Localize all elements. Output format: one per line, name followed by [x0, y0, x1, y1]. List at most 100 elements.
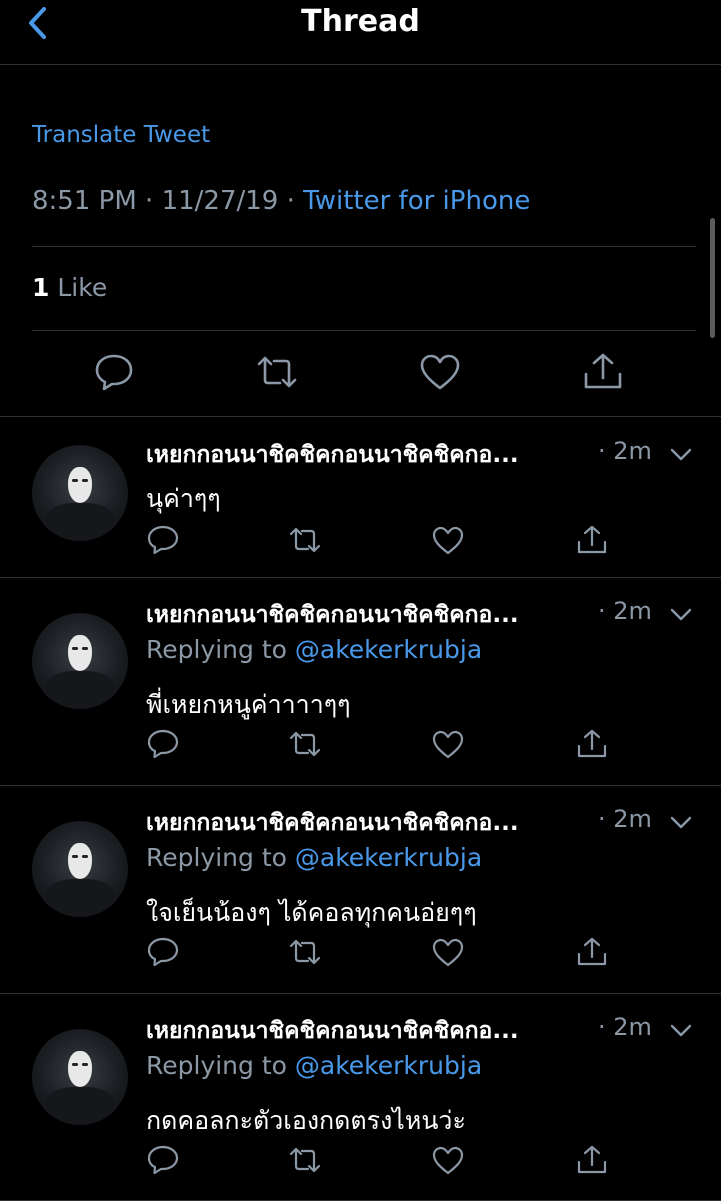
- tweet-menu-button[interactable]: [668, 1021, 694, 1041]
- reply-tweet[interactable]: เหยกกอนนาชิคชิคกอนนาชิคชิคกอ... · 2m นุค…: [0, 417, 721, 578]
- tweet-text: พี่เหยกหนูค่าาาาๆๆ: [146, 690, 351, 719]
- share-button[interactable]: [581, 350, 625, 394]
- avatar-mask: [68, 635, 92, 671]
- reply-button[interactable]: [146, 727, 180, 761]
- retweet-button[interactable]: [288, 727, 322, 761]
- page-title: Thread: [301, 4, 420, 39]
- avatar[interactable]: [32, 445, 128, 541]
- replying-handle-link[interactable]: @akekerkrubja: [295, 1051, 482, 1080]
- reply-icon: [95, 354, 133, 391]
- retweet-button[interactable]: [255, 350, 299, 394]
- retweet-icon: [289, 527, 321, 553]
- like-button[interactable]: [431, 935, 465, 969]
- replying-handle-link[interactable]: @akekerkrubja: [295, 635, 482, 664]
- replying-handle-link[interactable]: @akekerkrubja: [295, 843, 482, 872]
- avatar[interactable]: [32, 613, 128, 709]
- like-button[interactable]: [418, 350, 462, 394]
- display-name[interactable]: เหยกกอนนาชิคชิคกอนนาชิคชิคกอ...: [146, 805, 519, 841]
- retweet-icon: [257, 356, 297, 388]
- tweet-menu-button[interactable]: [668, 445, 694, 465]
- avatar-mask: [68, 1051, 92, 1087]
- tweet-action-bar: [0, 350, 721, 400]
- share-icon: [577, 1145, 607, 1174]
- divider: [32, 246, 696, 247]
- reply-icon: [147, 1145, 179, 1175]
- tweet-meta: 8:51 PM · 11/27/19 · Twitter for iPhone: [32, 186, 530, 216]
- tweet-date: 11/27/19: [161, 186, 279, 216]
- like-button[interactable]: [431, 523, 465, 557]
- tweet-time: · 2m: [598, 1013, 652, 1041]
- tweet-menu-button[interactable]: [668, 813, 694, 833]
- avatar[interactable]: [32, 1029, 128, 1125]
- meta-separator: ·: [278, 186, 304, 216]
- reply-icon: [147, 937, 179, 967]
- avatar-mask: [68, 843, 92, 879]
- avatar-figure: [46, 503, 114, 541]
- reply-icon: [147, 525, 179, 555]
- replying-prefix: Replying to: [146, 1051, 295, 1080]
- display-name[interactable]: เหยกกอนนาชิคชิคกอนนาชิคชิคกอ...: [146, 437, 519, 473]
- like-icon: [432, 1146, 464, 1175]
- likes-label: Like: [49, 273, 108, 302]
- retweet-button[interactable]: [288, 1143, 322, 1177]
- tweet-text: นุค่าๆๆ: [146, 484, 221, 513]
- translate-tweet-link[interactable]: Translate Tweet: [32, 122, 210, 148]
- display-name[interactable]: เหยกกอนนาชิคชิคกอนนาชิคชิคกอ...: [146, 1013, 519, 1049]
- chevron-down-icon: [670, 1024, 692, 1037]
- tweet-text: กดคอลกะตัวเองกดตรงไหนว่ะ: [146, 1106, 466, 1135]
- divider: [32, 330, 696, 331]
- replying-prefix: Replying to: [146, 635, 295, 664]
- reply-tweet[interactable]: เหยกกอนนาชิคชิคกอนนาชิคชิคกอ... · 2m Rep…: [0, 577, 721, 786]
- replying-to: Replying to @akekerkrubja: [146, 843, 482, 872]
- likes-count: 1: [32, 273, 50, 302]
- tweet-text: ใจเย็นน้องๆ ได้คอลทุกคนอ่ยๆๆ: [146, 898, 477, 927]
- avatar[interactable]: [32, 821, 128, 917]
- reply-icon: [147, 729, 179, 759]
- chevron-down-icon: [670, 816, 692, 829]
- tweet-time: · 2m: [598, 597, 652, 625]
- retweet-icon: [289, 939, 321, 965]
- avatar-figure: [46, 671, 114, 709]
- retweet-button[interactable]: [288, 523, 322, 557]
- top-navigation-bar: Thread: [0, 0, 721, 65]
- replying-to: Replying to @akekerkrubja: [146, 1051, 482, 1080]
- tweet-time: · 2m: [598, 437, 652, 465]
- scrollbar[interactable]: [710, 218, 715, 338]
- tweet-source-link[interactable]: Twitter for iPhone: [303, 186, 530, 216]
- retweet-icon: [289, 731, 321, 757]
- share-button[interactable]: [575, 935, 609, 969]
- share-icon: [577, 525, 607, 554]
- share-icon: [584, 353, 622, 389]
- like-icon: [432, 526, 464, 555]
- retweet-button[interactable]: [288, 935, 322, 969]
- like-button[interactable]: [431, 1143, 465, 1177]
- share-button[interactable]: [575, 727, 609, 761]
- reply-tweet[interactable]: เหยกกอนนาชิคชิคกอนนาชิคชิคกอ... · 2m Rep…: [0, 993, 721, 1201]
- like-icon: [432, 730, 464, 759]
- tweet-time: 8:51 PM: [32, 186, 137, 216]
- tweet-time: · 2m: [598, 805, 652, 833]
- tweet-menu-button[interactable]: [668, 605, 694, 625]
- avatar-figure: [46, 1087, 114, 1125]
- like-icon: [420, 354, 460, 390]
- reply-button[interactable]: [92, 350, 136, 394]
- avatar-figure: [46, 879, 114, 917]
- share-icon: [577, 729, 607, 758]
- reply-button[interactable]: [146, 523, 180, 557]
- like-icon: [432, 938, 464, 967]
- replying-to: Replying to @akekerkrubja: [146, 635, 482, 664]
- retweet-icon: [289, 1147, 321, 1173]
- chevron-down-icon: [670, 608, 692, 621]
- like-button[interactable]: [431, 727, 465, 761]
- chevron-down-icon: [670, 448, 692, 461]
- share-button[interactable]: [575, 1143, 609, 1177]
- reply-button[interactable]: [146, 1143, 180, 1177]
- meta-separator: ·: [136, 186, 162, 216]
- reply-button[interactable]: [146, 935, 180, 969]
- display-name[interactable]: เหยกกอนนาชิคชิคกอนนาชิคชิคกอ...: [146, 597, 519, 633]
- likes-count-link[interactable]: 1 Like: [32, 273, 107, 302]
- replying-prefix: Replying to: [146, 843, 295, 872]
- share-button[interactable]: [575, 523, 609, 557]
- reply-tweet[interactable]: เหยกกอนนาชิคชิคกอนนาชิคชิคกอ... · 2m Rep…: [0, 785, 721, 994]
- avatar-mask: [68, 467, 92, 503]
